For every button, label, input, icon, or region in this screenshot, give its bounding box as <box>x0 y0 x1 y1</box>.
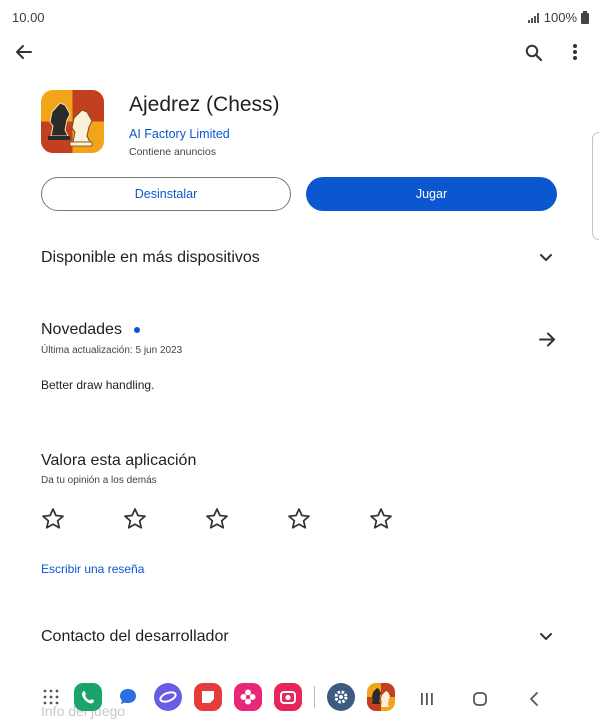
messages-app[interactable] <box>114 683 142 711</box>
recents-icon <box>421 693 433 705</box>
chevron-left-icon <box>530 692 538 706</box>
orbit-icon <box>159 691 177 703</box>
news-date: Última actualización: 5 jun 2023 <box>41 345 183 356</box>
settings-app[interactable] <box>327 683 355 711</box>
star-4-icon[interactable] <box>286 506 312 532</box>
rate-subtitle: Da tu opinión a los demás <box>41 475 157 486</box>
flower-icon <box>240 689 256 705</box>
taskbar <box>40 683 395 711</box>
notes-app[interactable] <box>194 683 222 711</box>
chat-bubble-icon <box>120 689 136 704</box>
rating-stars <box>40 506 394 532</box>
arrow-right-icon <box>538 332 555 346</box>
status-indicators: 100% <box>527 10 589 25</box>
gallery-app[interactable] <box>234 683 262 711</box>
contact-expand-button[interactable] <box>537 628 555 646</box>
news-title-text: Novedades <box>41 321 122 338</box>
news-open-button[interactable] <box>537 329 557 349</box>
chess-app[interactable] <box>367 683 395 711</box>
gear-icon <box>334 690 348 704</box>
app-icon <box>41 90 104 153</box>
rate-section-title: Valora esta aplicación <box>41 452 197 469</box>
edge-panel-handle[interactable] <box>592 132 599 240</box>
arrow-left-icon <box>16 45 32 59</box>
dock-divider <box>314 686 315 708</box>
recent-apps-button[interactable] <box>415 690 439 708</box>
note-icon <box>202 691 214 703</box>
chevron-down-icon <box>540 254 552 261</box>
chess-knight-icon <box>367 683 395 711</box>
news-body: Better draw handling. <box>41 378 155 392</box>
star-3-icon[interactable] <box>204 506 230 532</box>
chess-knight-icon <box>41 90 104 153</box>
devices-section-title[interactable]: Disponible en más dispositivos <box>41 249 260 267</box>
app-drawer-button[interactable] <box>40 683 62 711</box>
phone-icon <box>82 691 94 704</box>
star-5-icon[interactable] <box>368 506 394 532</box>
back-button[interactable] <box>12 40 36 64</box>
nav-back-button[interactable] <box>522 690 546 708</box>
uninstall-button[interactable]: Desinstalar <box>41 177 291 211</box>
search-button[interactable] <box>521 40 545 64</box>
more-vert-icon <box>573 44 577 60</box>
home-button[interactable] <box>468 690 492 708</box>
play-button[interactable]: Jugar <box>306 177 557 211</box>
chevron-down-icon <box>540 633 552 640</box>
news-section-title[interactable]: Novedades <box>41 321 141 339</box>
search-icon <box>525 44 542 61</box>
internet-app[interactable] <box>154 683 182 711</box>
devices-expand-button[interactable] <box>537 249 555 267</box>
write-review-link[interactable]: Escribir una reseña <box>41 562 144 576</box>
home-icon <box>473 692 487 706</box>
camera-icon <box>280 691 296 704</box>
contact-section-title[interactable]: Contacto del desarrollador <box>41 628 229 646</box>
new-indicator-dot <box>134 326 141 333</box>
grid-icon <box>43 689 59 705</box>
phone-app[interactable] <box>74 683 102 711</box>
star-1-icon[interactable] <box>40 506 66 532</box>
camera-app[interactable] <box>274 683 302 711</box>
ads-notice: Contiene anuncios <box>129 146 216 158</box>
app-title: Ajedrez (Chess) <box>129 93 280 116</box>
battery-percent: 100% <box>543 10 577 25</box>
status-time: 10.00 <box>12 10 45 25</box>
signal-icon <box>527 12 539 23</box>
developer-link[interactable]: AI Factory Limited <box>129 127 230 141</box>
more-options-button[interactable] <box>563 40 587 64</box>
battery-icon <box>581 11 589 24</box>
star-2-icon[interactable] <box>122 506 148 532</box>
